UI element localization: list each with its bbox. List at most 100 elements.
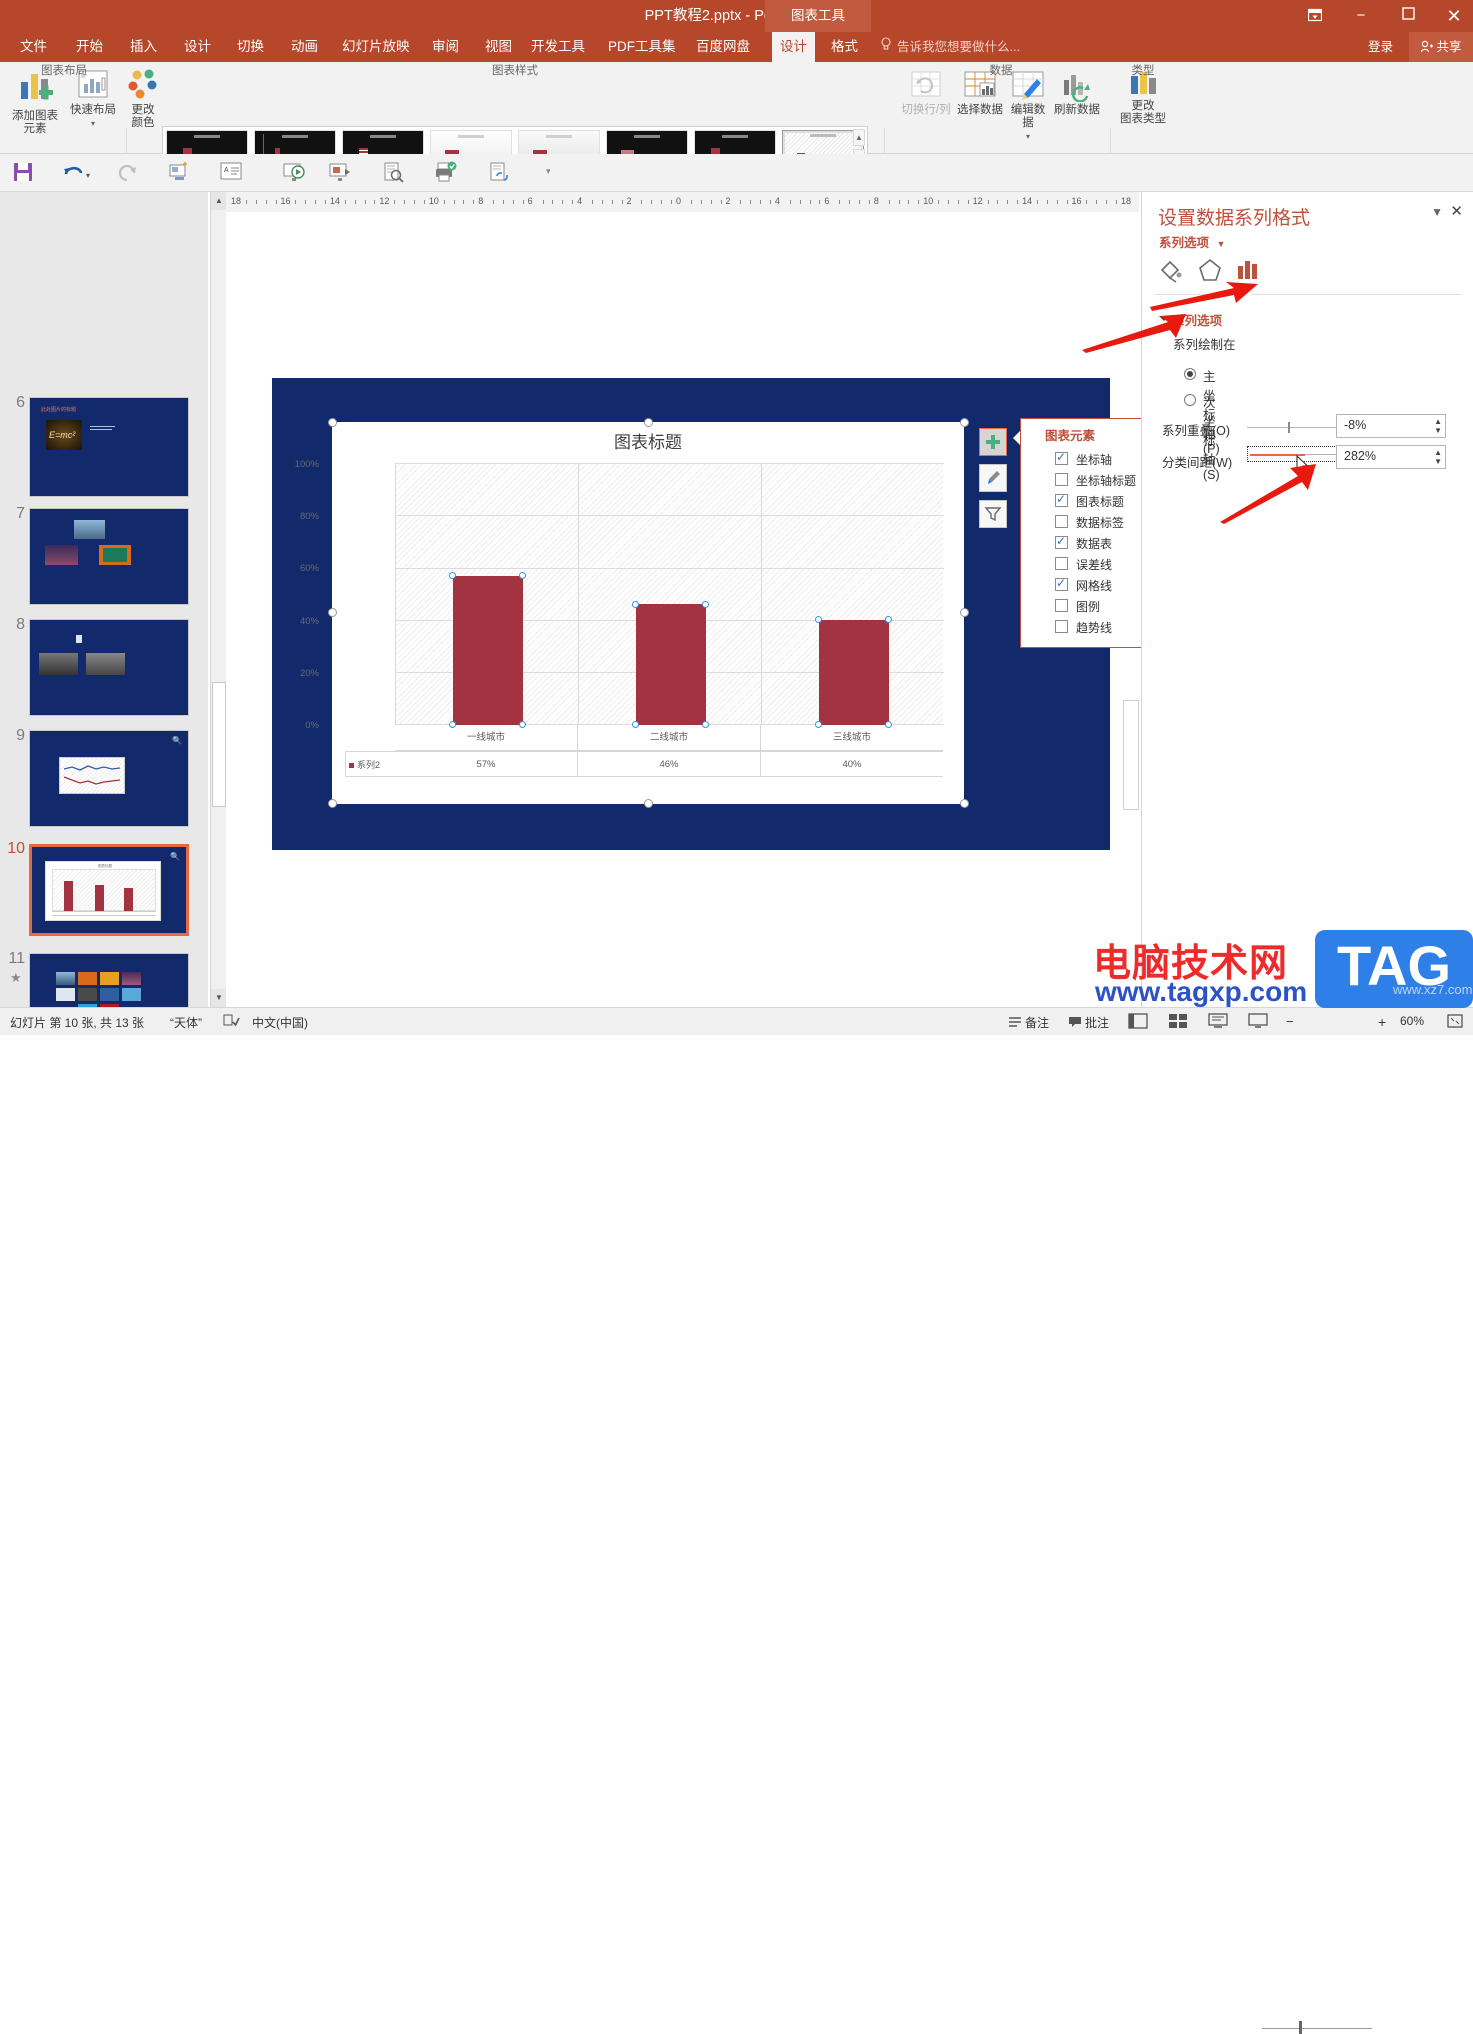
reading-view-icon[interactable] xyxy=(1208,1013,1232,1031)
chart-resize-handle[interactable] xyxy=(644,799,653,808)
chart-resize-handle[interactable] xyxy=(644,418,653,427)
zoom-slider-track[interactable] xyxy=(1262,2028,1372,2029)
chevron-down-icon[interactable]: ▼ xyxy=(1217,239,1226,249)
ribbon-tab-6[interactable]: 幻灯片放映 xyxy=(334,32,418,62)
hyperlink-icon[interactable] xyxy=(488,161,514,185)
ribbon-tab-8[interactable]: 视图 xyxy=(477,32,520,62)
scrollbar-thumb[interactable] xyxy=(212,682,226,807)
chart-title[interactable]: 图表标题 xyxy=(332,428,964,453)
spellcheck-icon[interactable] xyxy=(222,1013,246,1031)
gallery-scroll-up[interactable]: ▲ xyxy=(853,129,865,146)
bar-series2-cat2[interactable] xyxy=(636,604,706,725)
slide-sorter-icon[interactable] xyxy=(1168,1013,1192,1031)
change-colors-button[interactable]: 更改 颜色 xyxy=(120,68,166,130)
pane-close-icon[interactable]: ✕ xyxy=(1450,202,1463,220)
ribbon-tab-2[interactable]: 插入 xyxy=(122,32,165,62)
chart-filters-button[interactable] xyxy=(979,500,1007,528)
bar-series2-cat3[interactable] xyxy=(819,620,889,725)
scroll-down-icon[interactable]: ▼ xyxy=(211,989,227,1007)
chart-resize-handle[interactable] xyxy=(960,418,969,427)
gap-width-slider[interactable] xyxy=(1247,446,1339,462)
ribbon-tab-1[interactable]: 开始 xyxy=(68,32,111,62)
ribbon-tab-11[interactable]: 百度网盘 xyxy=(688,32,758,62)
spinner-up-icon[interactable]: ▲ xyxy=(1434,448,1442,457)
print-preview-icon[interactable] xyxy=(382,161,408,185)
pane-collapse-button[interactable]: ▼ xyxy=(1431,205,1443,219)
language-status[interactable]: 中文(中国) xyxy=(252,1014,308,1031)
slide-position-status[interactable]: 幻灯片 第 10 张, 共 13 张 xyxy=(10,1014,144,1031)
zoom-in-button[interactable]: + xyxy=(1378,1014,1386,1030)
zoom-level-label[interactable]: 60% xyxy=(1400,1014,1424,1028)
format-data-series-pane[interactable]: 设置数据系列格式 系列选项 ▼ ▼ ✕ 系列选项 系列绘制在 主坐标轴(P) 次… xyxy=(1141,192,1473,1007)
series-handle[interactable] xyxy=(702,601,709,608)
redo-icon[interactable] xyxy=(116,161,142,185)
ribbon-tab-12[interactable]: 设计 xyxy=(772,32,815,62)
series-overlap-slider-knob[interactable] xyxy=(1288,422,1290,433)
gap-width-spinner[interactable]: 282% ▲ ▼ xyxy=(1336,445,1446,469)
zoom-slider-knob[interactable] xyxy=(1299,2021,1302,2034)
scroll-up-icon[interactable]: ▲ xyxy=(211,192,227,210)
minimize-button[interactable]: − xyxy=(1341,0,1381,32)
ribbon-tab-10[interactable]: PDF工具集 xyxy=(600,32,684,62)
customize-qat-icon[interactable]: ▾ xyxy=(546,161,572,185)
comments-button[interactable]: 批注 xyxy=(1068,1014,1109,1031)
chart-data-table[interactable]: 一线城市 二线城市 三线城市 57% 46% 40% 系列2 xyxy=(345,725,943,777)
list-item[interactable]: 🔍 xyxy=(29,730,189,827)
pane-subtitle[interactable]: 系列选项 ▼ xyxy=(1159,232,1225,251)
maximize-button[interactable] xyxy=(1388,0,1428,32)
list-item[interactable]: 此处图片的标题 E=mc² xyxy=(29,397,189,497)
spinner-down-icon[interactable]: ▼ xyxy=(1434,457,1442,466)
chart-resize-handle[interactable] xyxy=(960,799,969,808)
spinner-down-icon[interactable]: ▼ xyxy=(1434,426,1442,435)
series-handle[interactable] xyxy=(632,601,639,608)
undo-icon[interactable]: ▾ xyxy=(62,161,102,185)
chart-resize-handle[interactable] xyxy=(328,608,337,617)
slide-canvas[interactable]: 图表标题 0% 20% 40% 60% 80% 100% 一线城市 二线城市 三… xyxy=(226,212,1139,1007)
ribbon-tab-3[interactable]: 设计 xyxy=(176,32,219,62)
close-button[interactable]: ✕ xyxy=(1434,0,1473,32)
slide-thumbnail-panel[interactable]: 6 此处图片的标题 E=mc² 7 8 9 🔍 10 🔍 图表标题 11 ★ xyxy=(0,192,208,1007)
fit-slide-icon[interactable] xyxy=(1446,1013,1470,1031)
spinner-up-icon[interactable]: ▲ xyxy=(1434,417,1442,426)
slide-new-icon[interactable] xyxy=(168,161,194,185)
ribbon-tab-4[interactable]: 切换 xyxy=(229,32,272,62)
series-handle[interactable] xyxy=(885,616,892,623)
slideshow-icon[interactable] xyxy=(1248,1013,1272,1031)
canvas-vertical-scrollbar-thumb[interactable] xyxy=(1123,700,1139,810)
theme-name-status[interactable]: “天体” xyxy=(170,1014,202,1031)
list-item[interactable] xyxy=(29,508,189,605)
series-handle[interactable] xyxy=(449,572,456,579)
share-button[interactable]: 共享 xyxy=(1409,32,1473,62)
chart-object[interactable]: 图表标题 0% 20% 40% 60% 80% 100% 一线城市 二线城市 三… xyxy=(295,422,964,804)
ribbon-tab-7[interactable]: 审阅 xyxy=(424,32,467,62)
ribbon-tab-13[interactable]: 格式 xyxy=(823,32,866,62)
list-item[interactable] xyxy=(29,953,189,1007)
chart-resize-handle[interactable] xyxy=(960,608,969,617)
chart-resize-handle[interactable] xyxy=(328,418,337,427)
ribbon-tab-9[interactable]: 开发工具 xyxy=(523,32,593,62)
zoom-out-button[interactable]: − xyxy=(1286,1014,1294,1029)
ribbon-display-options-icon[interactable] xyxy=(1295,0,1335,32)
series-handle[interactable] xyxy=(519,572,526,579)
sign-in-link[interactable]: 登录 xyxy=(1368,32,1393,62)
series-handle[interactable] xyxy=(815,616,822,623)
present-from-beginning-icon[interactable] xyxy=(282,161,308,185)
slide-panel-scrollbar[interactable]: ▲ ▼ xyxy=(210,192,227,1007)
series-overlap-slider[interactable] xyxy=(1247,427,1337,428)
chart-resize-handle[interactable] xyxy=(328,799,337,808)
chart-styles-button[interactable] xyxy=(979,464,1007,492)
print-icon[interactable] xyxy=(434,161,460,185)
present-from-current-icon[interactable] xyxy=(328,161,354,185)
series-overlap-spinner[interactable]: -8% ▲ ▼ xyxy=(1336,414,1446,438)
list-item-selected[interactable]: 🔍 图表标题 xyxy=(29,844,189,936)
save-icon[interactable] xyxy=(12,161,38,185)
list-item[interactable] xyxy=(29,619,189,716)
bar-series2-cat1[interactable] xyxy=(453,575,523,725)
chart-elements-button[interactable] xyxy=(979,428,1007,456)
ribbon-tab-0[interactable]: 文件 xyxy=(12,32,55,62)
tell-me-search[interactable]: 告诉我您想要做什么... xyxy=(880,32,1020,62)
notes-button[interactable]: 备注 xyxy=(1008,1014,1049,1031)
ribbon-tab-5[interactable]: 动画 xyxy=(283,32,326,62)
plot-area[interactable] xyxy=(395,463,944,728)
normal-view-icon[interactable] xyxy=(1128,1013,1152,1031)
